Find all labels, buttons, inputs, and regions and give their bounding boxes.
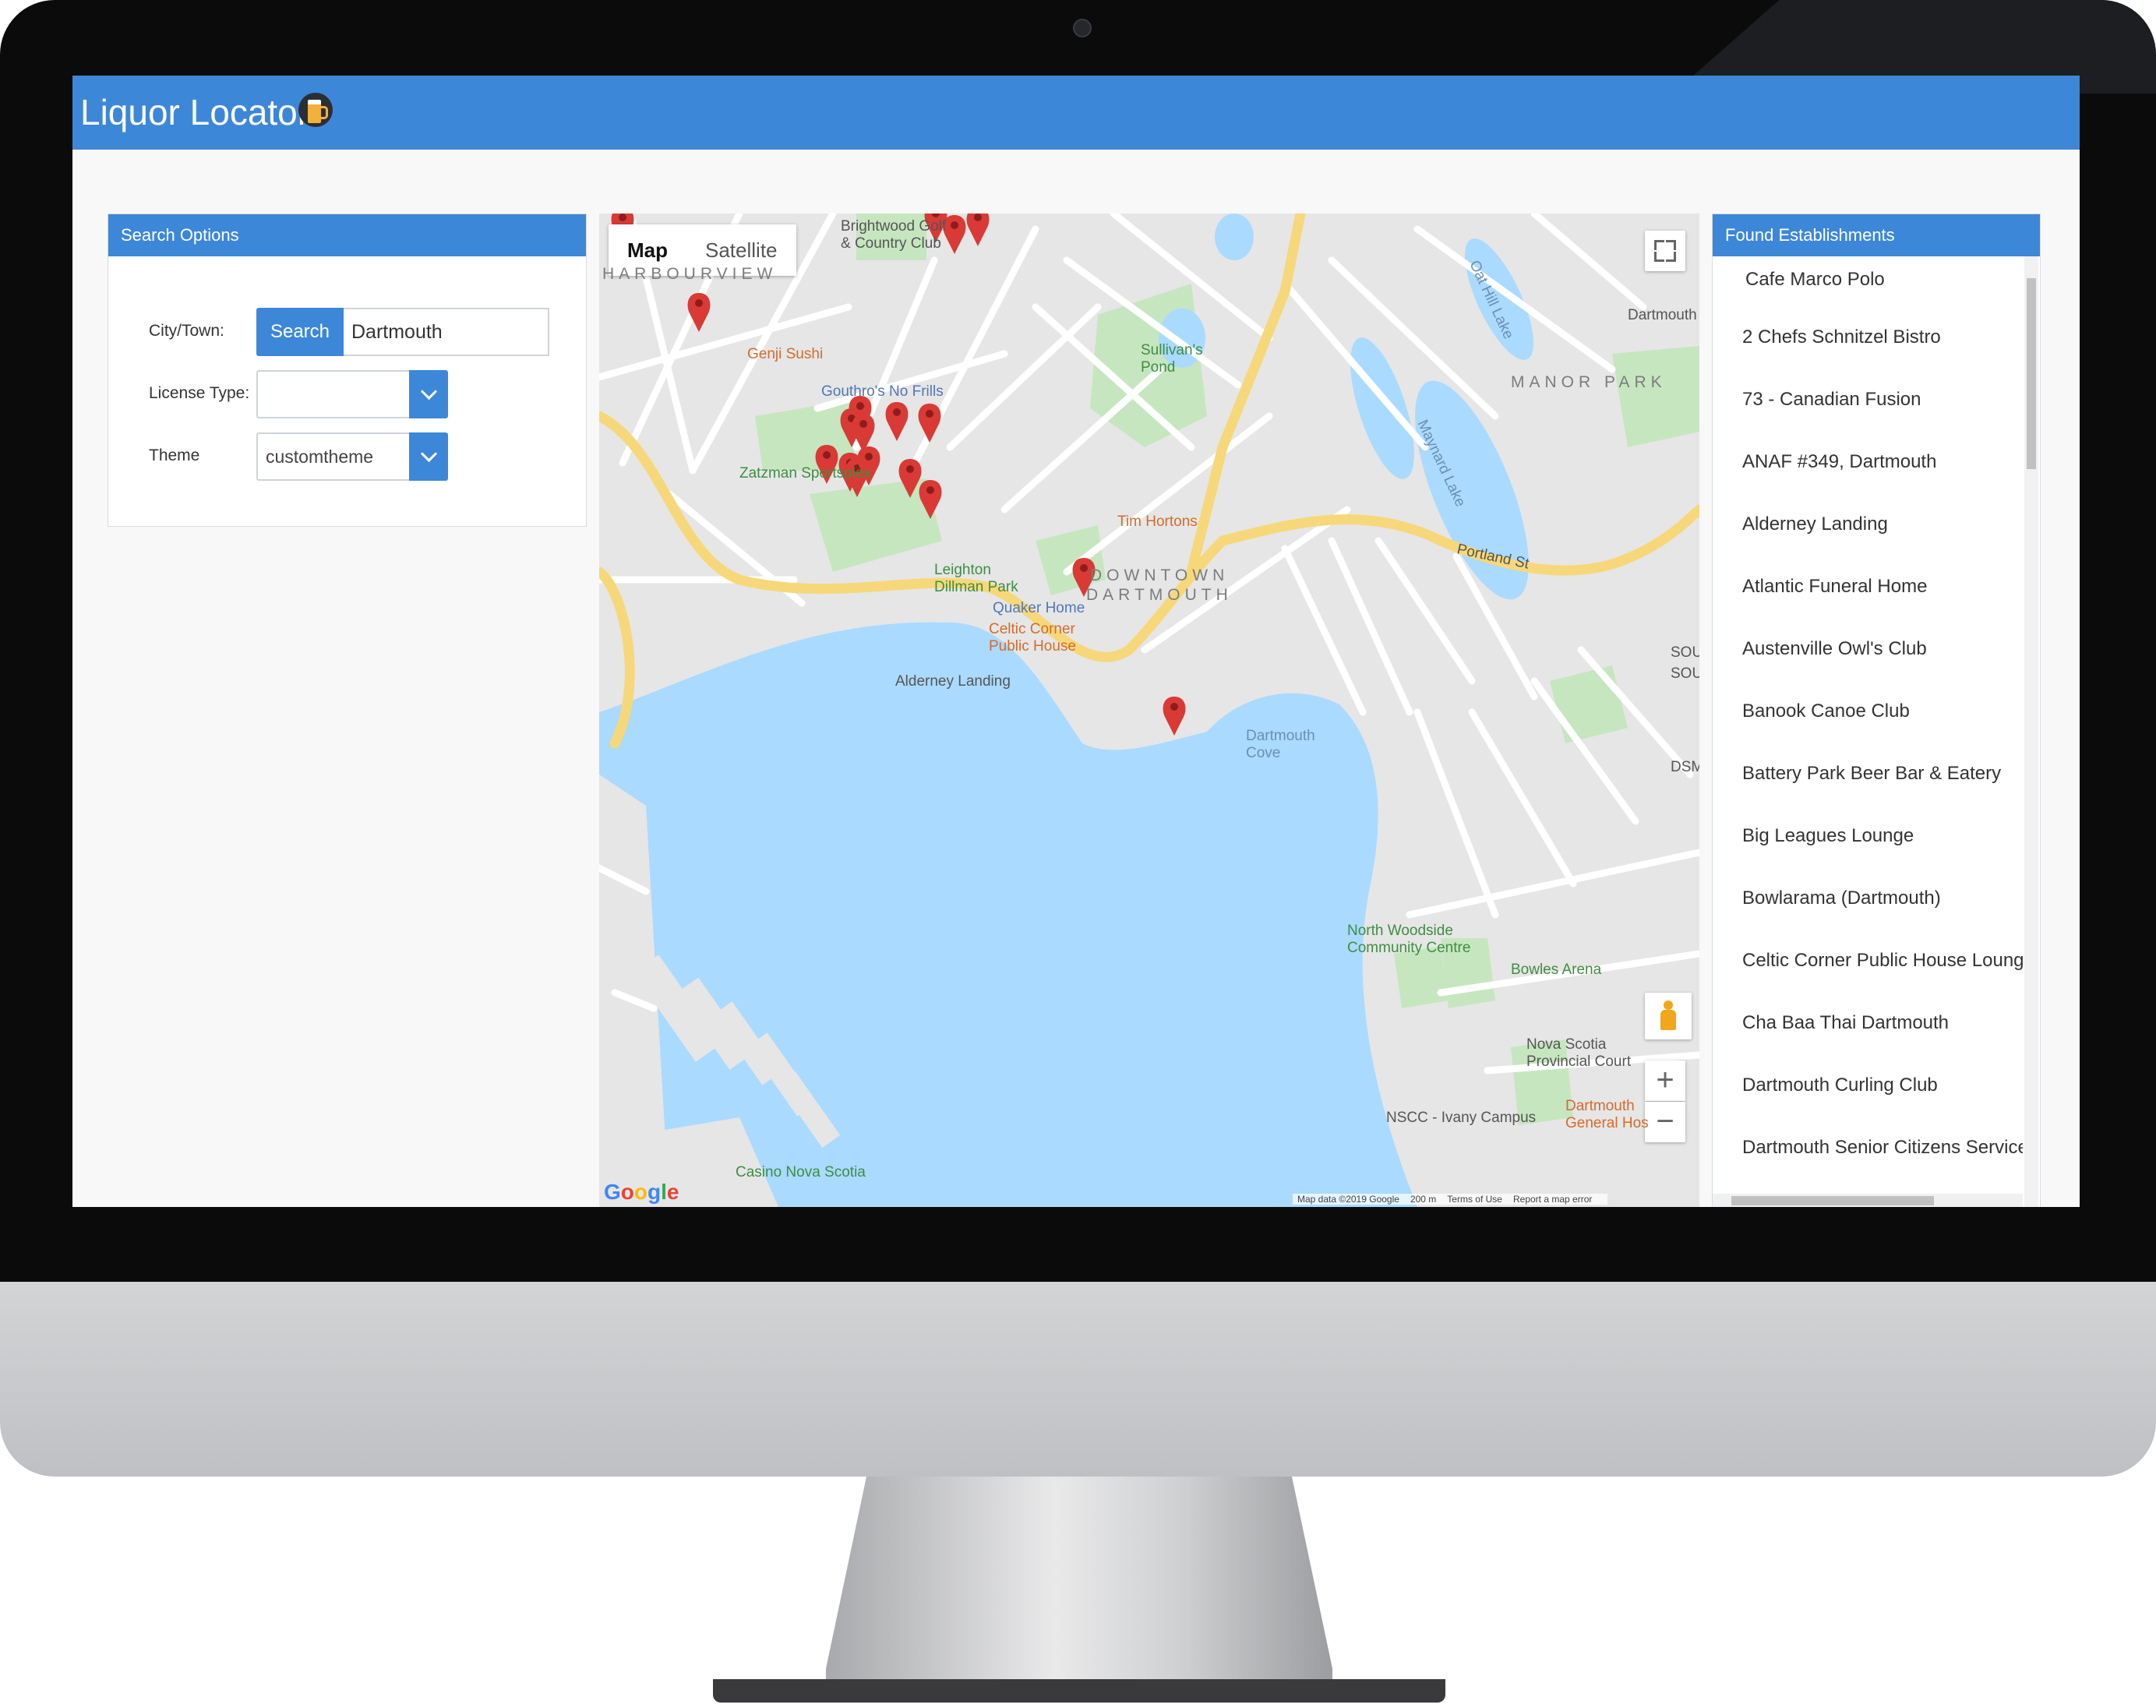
map-label-casino: Casino Nova Scotia [736, 1164, 866, 1180]
map-label-manor-park: MANOR PARK [1511, 373, 1667, 391]
map-label-dsm: DSM [1671, 759, 1699, 775]
city-label: City/Town: [149, 322, 224, 340]
list-item[interactable]: 73 - Canadian Fusion [1713, 381, 2023, 443]
license-row: License Type: [108, 370, 586, 420]
app-screen: Liquor Locator Search Options City/Town:… [72, 76, 2080, 1207]
scrollbar-thumb[interactable] [1731, 1196, 1934, 1205]
beer-mug-icon [298, 93, 333, 127]
list-item[interactable]: ANAF #349, Dartmouth [1713, 443, 2023, 506]
monitor-base [713, 1679, 1445, 1703]
search-options-header: Search Options [108, 214, 586, 256]
list-item[interactable]: Bowlarama (Dartmouth) [1713, 880, 2023, 942]
map-label-dartmouth-cove: Dartmouth Cove [1246, 728, 1315, 761]
top-navbar: Liquor Locator [72, 76, 2080, 150]
theme-row: Theme customtheme [108, 432, 586, 482]
establishments-list[interactable]: Cafe Marco Polo 2 Chefs Schnitzel Bistro… [1713, 256, 2023, 1207]
map-label-alderney-landing: Alderney Landing [895, 673, 1011, 690]
zoom-in-button[interactable]: + [1645, 1060, 1685, 1101]
map-label-harbourview: HARBOURVIEW [602, 265, 778, 283]
map-label-downtown: DOWNTOWN [1090, 566, 1230, 584]
list-item[interactable]: Atlantic Funeral Home [1713, 568, 2023, 630]
found-establishments-header: Found Establishments [1713, 214, 2040, 256]
search-options-panel: Search Options City/Town: Search License… [108, 214, 587, 527]
pegman-icon [1664, 1000, 1673, 1010]
results-vertical-scrollbar[interactable] [2024, 256, 2038, 1207]
city-row: City/Town: Search [108, 308, 586, 358]
zoom-out-button[interactable]: − [1645, 1102, 1685, 1142]
app-title: Liquor Locator [80, 92, 310, 132]
list-item[interactable]: Cha Baa Thai Dartmouth [1713, 1004, 2023, 1067]
list-item[interactable]: Alderney Landing [1713, 506, 2023, 568]
map-label-ns-court: Nova Scotia Provincial Court [1526, 1036, 1632, 1070]
list-item[interactable]: Dartmouth Curling Club [1713, 1067, 2023, 1129]
fullscreen-icon [1654, 240, 1664, 250]
scrollbar-thumb[interactable] [2027, 278, 2036, 469]
license-type-dropdown-button[interactable] [409, 370, 448, 418]
map-label-leighton-dillman: Leighton Dillman Park [934, 562, 1018, 595]
list-item[interactable]: Big Leagues Lounge [1713, 817, 2023, 880]
theme-select[interactable]: customtheme [256, 432, 420, 481]
report-error-link[interactable]: Report a map error [1513, 1194, 1592, 1205]
map-data-credit: Map data ©2019 Google [1297, 1194, 1399, 1205]
chevron-down-icon [420, 383, 438, 401]
map-scale: 200 m [1410, 1194, 1437, 1205]
beer-mug-handle [320, 106, 328, 119]
map-label-dartmouth: Dartmouth [1628, 307, 1697, 323]
fullscreen-icon [1666, 252, 1676, 262]
map-label-bowles-arena: Bowles Arena [1511, 962, 1602, 978]
results-horizontal-scrollbar[interactable] [1713, 1194, 2023, 1207]
list-item[interactable]: Celtic Corner Public House Lounge [1713, 942, 2023, 1004]
monitor-stand [826, 1477, 1332, 1695]
webcam [1073, 19, 1092, 37]
map-attribution: Map data ©2019 Google 200 m Terms of Use Re… [1293, 1194, 1608, 1205]
map-label-brightwood: Brightwood Golf & Country Club [841, 218, 947, 252]
theme-dropdown-button[interactable] [409, 432, 448, 481]
map-label-dartmouth-general: Dartmouth General Hos [1565, 1098, 1649, 1131]
street-view-pegman[interactable] [1645, 993, 1692, 1039]
list-item[interactable]: Cafe Marco Polo [1713, 256, 2023, 319]
map-label-celtic-corner: Celtic Corner Public House [989, 621, 1076, 655]
pegman-icon-body [1660, 1010, 1676, 1030]
license-type-label: License Type: [149, 384, 250, 402]
harbour-water [599, 622, 1417, 1207]
map-label-gouthros: Gouthro's No Frills [821, 383, 944, 400]
city-input[interactable] [344, 308, 549, 356]
map-label-south: SOU [1671, 665, 1699, 682]
map-label-quaker-home: Quaker Home [993, 600, 1085, 616]
fullscreen-icon [1654, 252, 1664, 262]
list-item[interactable]: Banook Canoe Club [1713, 693, 2023, 755]
map-label-dartmouth-downtown: DARTMOUTH [1086, 586, 1233, 604]
map-label-nscc: NSCC - Ivany Campus [1386, 1110, 1537, 1126]
map-label-north-woodside: North Woodside Community Centre [1347, 923, 1471, 956]
map-label-zatzman: Zatzman Sportsplex [739, 465, 871, 482]
terms-link[interactable]: Terms of Use [1447, 1194, 1502, 1205]
found-establishments-panel: Found Establishments Cafe Marco Polo 2 C… [1712, 214, 2041, 1207]
fullscreen-button[interactable] [1645, 231, 1685, 271]
fullscreen-icon [1666, 240, 1676, 250]
list-item[interactable]: 2 Chefs Schnitzel Bistro [1713, 319, 2023, 381]
list-item[interactable]: Austenville Owl's Club [1713, 630, 2023, 693]
license-type-select[interactable] [256, 370, 420, 418]
list-item[interactable]: Dartmouth Senior Citizens Service C [1713, 1129, 2023, 1191]
map-label-south: SOU [1671, 644, 1699, 661]
search-button[interactable]: Search [256, 308, 344, 356]
google-logo: Google [604, 1180, 679, 1204]
beer-mug-body [308, 100, 321, 123]
map-label-tim-hortons: Tim Hortons [1117, 513, 1198, 530]
list-item[interactable]: Battery Park Beer Bar & Eatery [1713, 755, 2023, 817]
map-label-sullivans-pond: Sullivan's Pond [1141, 342, 1203, 376]
theme-label: Theme [149, 446, 200, 464]
chevron-down-icon [420, 445, 438, 463]
monitor-chin [0, 1282, 2156, 1477]
map-view[interactable]: Map Satellite + − Brightwood Golf & Countr… [599, 214, 1699, 1207]
map-label-genji-sushi: Genji Sushi [747, 346, 824, 362]
